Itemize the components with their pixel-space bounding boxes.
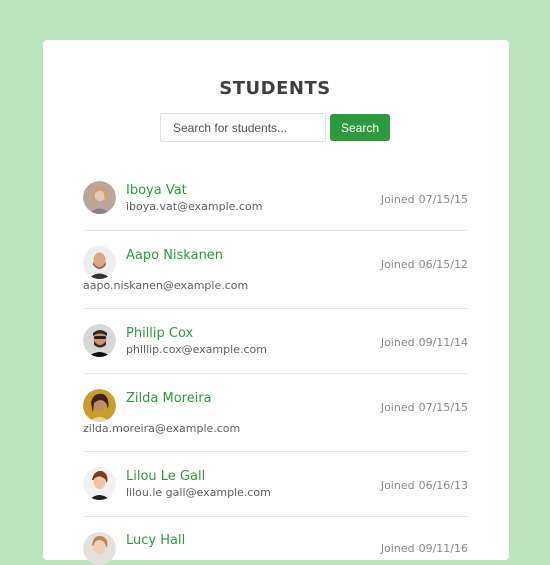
joined-date: Joined 06/15/12 bbox=[380, 258, 468, 271]
list-item[interactable]: Lucy Hall Joined 09/11/16 bbox=[83, 532, 468, 565]
student-email: phillip.cox@example.com bbox=[126, 343, 267, 356]
avatar bbox=[83, 389, 116, 422]
student-email: lilou.le gall@example.com bbox=[126, 486, 271, 499]
avatar bbox=[83, 532, 116, 565]
joined-date: Joined 07/15/15 bbox=[380, 193, 468, 206]
search-input[interactable] bbox=[160, 113, 326, 142]
joined-date: Joined 06/16/13 bbox=[380, 479, 468, 492]
divider bbox=[83, 308, 468, 309]
avatar bbox=[83, 324, 116, 357]
joined-date: Joined 07/15/15 bbox=[380, 401, 468, 414]
student-name[interactable]: Lucy Hall bbox=[126, 533, 185, 548]
search-button[interactable]: Search bbox=[330, 114, 390, 141]
divider bbox=[83, 373, 468, 374]
student-email: zilda.moreira@example.com bbox=[83, 422, 241, 435]
list-item[interactable]: Iboya Vat iboya.vat@example.com Joined 07… bbox=[83, 181, 468, 215]
student-email: aapo.niskanen@example.com bbox=[83, 279, 249, 292]
student-name[interactable]: Lilou Le Gall bbox=[126, 469, 205, 484]
joined-date: Joined 09/11/16 bbox=[380, 542, 468, 555]
divider bbox=[83, 516, 468, 517]
student-name[interactable]: Aapo Niskanen bbox=[126, 248, 223, 263]
joined-date: Joined 09/11/14 bbox=[380, 336, 468, 349]
student-email: iboya.vat@example.com bbox=[126, 200, 263, 213]
list-item[interactable]: Aapo Niskanen aapo.niskanen@example.com … bbox=[83, 246, 468, 294]
avatar bbox=[83, 181, 116, 214]
divider bbox=[83, 451, 468, 452]
student-name[interactable]: Phillip Cox bbox=[126, 326, 193, 341]
student-name[interactable]: Zilda Moreira bbox=[126, 391, 212, 406]
list-item[interactable]: Zilda Moreira zilda.moreira@example.com … bbox=[83, 389, 468, 437]
list-item[interactable]: Lilou Le Gall lilou.le gall@example.com … bbox=[83, 467, 468, 501]
page-title: STUDENTS bbox=[219, 78, 331, 99]
list-item[interactable]: Phillip Cox phillip.cox@example.com Join… bbox=[83, 324, 468, 358]
student-name[interactable]: Iboya Vat bbox=[126, 183, 187, 198]
avatar bbox=[83, 467, 116, 500]
avatar bbox=[83, 246, 116, 279]
divider bbox=[83, 230, 468, 231]
